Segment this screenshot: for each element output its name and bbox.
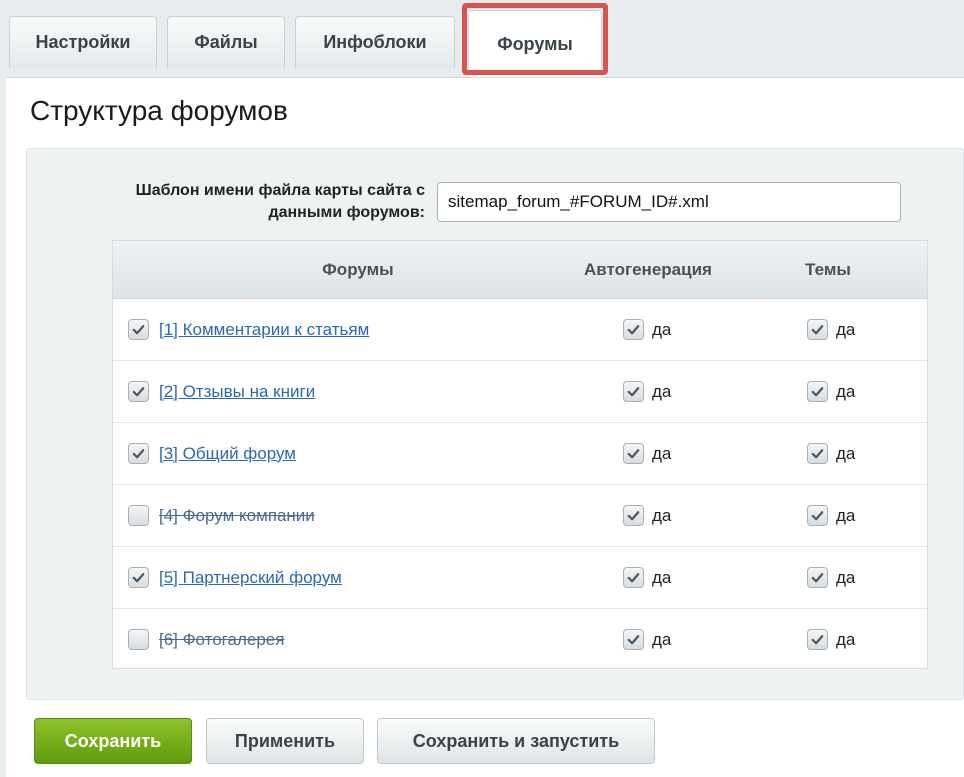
tab-settings[interactable]: Настройки [9,16,157,68]
forum-cell: [3] Общий форум [128,423,296,484]
autogen-cell: да [623,609,671,670]
checkmark-icon [810,384,825,399]
tab-infoblocks[interactable]: Инфоблоки [295,16,455,68]
topics-cell: да [807,361,855,422]
forum-cell: [4] Форум компании [128,485,315,546]
save-button[interactable]: Сохранить [34,718,192,764]
autogen-checkbox[interactable] [623,443,644,464]
checkmark-icon [810,508,825,523]
forum-cell: [2] Отзывы на книги [128,361,315,422]
autogen-cell: да [623,361,671,422]
checkmark-icon [810,570,825,585]
checkmark-icon [626,446,641,461]
tab-forums[interactable]: Форумы [468,10,602,78]
topics-checkbox[interactable] [807,629,828,650]
page-title: Структура форумов [30,95,288,126]
checkmark-icon [626,508,641,523]
forum-checkbox[interactable] [128,443,149,464]
table-row: [2] Отзывы на книги да да [113,361,927,423]
header-topics: Темы [805,260,851,279]
topics-cell: да [807,299,855,360]
topics-cell: да [807,547,855,608]
table-row: [4] Форум компании да да [113,485,927,547]
apply-button[interactable]: Применить [206,718,364,764]
forums-table: Форумы Автогенерация Темы [1] Комментари… [112,240,928,669]
topics-cell: да [807,485,855,546]
autogen-checkbox[interactable] [623,381,644,402]
topics-cell: да [807,609,855,670]
topics-label: да [836,629,856,649]
topics-label: да [836,505,856,525]
checkmark-icon [131,570,146,585]
header-autogen: Автогенерация [584,260,712,279]
forum-link[interactable]: [6] Фотогалерея [159,630,284,650]
checkmark-icon [626,322,641,337]
forum-checkbox[interactable] [128,629,149,650]
autogen-cell: да [623,423,671,484]
autogen-checkbox[interactable] [623,567,644,588]
topics-label: да [836,567,856,587]
table-row: [6] Фотогалерея да да [113,609,927,671]
topics-checkbox[interactable] [807,381,828,402]
autogen-label: да [652,505,672,525]
autogen-label: да [652,443,672,463]
checkmark-icon [626,632,641,647]
autogen-checkbox[interactable] [623,505,644,526]
table-body: [1] Комментарии к статьям да да [2] Отзывы … [113,299,927,671]
topics-checkbox[interactable] [807,319,828,340]
table-row: [5] Партнерский форум да да [113,547,927,609]
autogen-label: да [652,319,672,339]
forum-link[interactable]: [3] Общий форум [159,444,296,464]
checkmark-icon [810,632,825,647]
autogen-cell: да [623,547,671,608]
autogen-cell: да [623,485,671,546]
forum-checkbox[interactable] [128,319,149,340]
topics-label: да [836,319,856,339]
forum-checkbox[interactable] [128,505,149,526]
autogen-label: да [652,629,672,649]
autogen-cell: да [623,299,671,360]
table-header: Форумы Автогенерация Темы [113,241,927,299]
topics-cell: да [807,423,855,484]
tab-bar: Настройки Файлы Инфоблоки Форумы [0,0,964,78]
forums-section: Шаблон имени файла карты сайта с данными… [26,148,964,700]
autogen-label: да [652,381,672,401]
autogen-label: да [652,567,672,587]
autogen-checkbox[interactable] [623,629,644,650]
table-row: [3] Общий форум да да [113,423,927,485]
table-row: [1] Комментарии к статьям да да [113,299,927,361]
header-forums: Форумы [322,260,394,279]
autogen-checkbox[interactable] [623,319,644,340]
forum-cell: [1] Комментарии к статьям [128,299,369,360]
sitemap-filename-input[interactable] [437,182,901,222]
checkmark-icon [131,322,146,337]
forum-checkbox[interactable] [128,567,149,588]
forum-link[interactable]: [1] Комментарии к статьям [159,320,369,340]
checkmark-icon [626,570,641,585]
checkmark-icon [131,446,146,461]
forum-cell: [5] Партнерский форум [128,547,342,608]
topics-checkbox[interactable] [807,443,828,464]
checkmark-icon [131,384,146,399]
forum-checkbox[interactable] [128,381,149,402]
topics-checkbox[interactable] [807,505,828,526]
forum-link[interactable]: [5] Партнерский форум [159,568,342,588]
forums-panel: Структура форумов Шаблон имени файла кар… [6,77,964,777]
forum-cell: [6] Фотогалерея [128,609,284,670]
checkmark-icon [810,446,825,461]
tab-files[interactable]: Файлы [167,16,285,68]
sitemap-filename-label: Шаблон имени файла карты сайта с данными… [135,182,425,221]
topics-checkbox[interactable] [807,567,828,588]
checkmark-icon [626,384,641,399]
save-and-run-button[interactable]: Сохранить и запустить [377,718,655,764]
forum-link[interactable]: [4] Форум компании [159,506,315,526]
topics-label: да [836,381,856,401]
topics-label: да [836,443,856,463]
checkmark-icon [810,322,825,337]
forum-link[interactable]: [2] Отзывы на книги [159,382,315,402]
